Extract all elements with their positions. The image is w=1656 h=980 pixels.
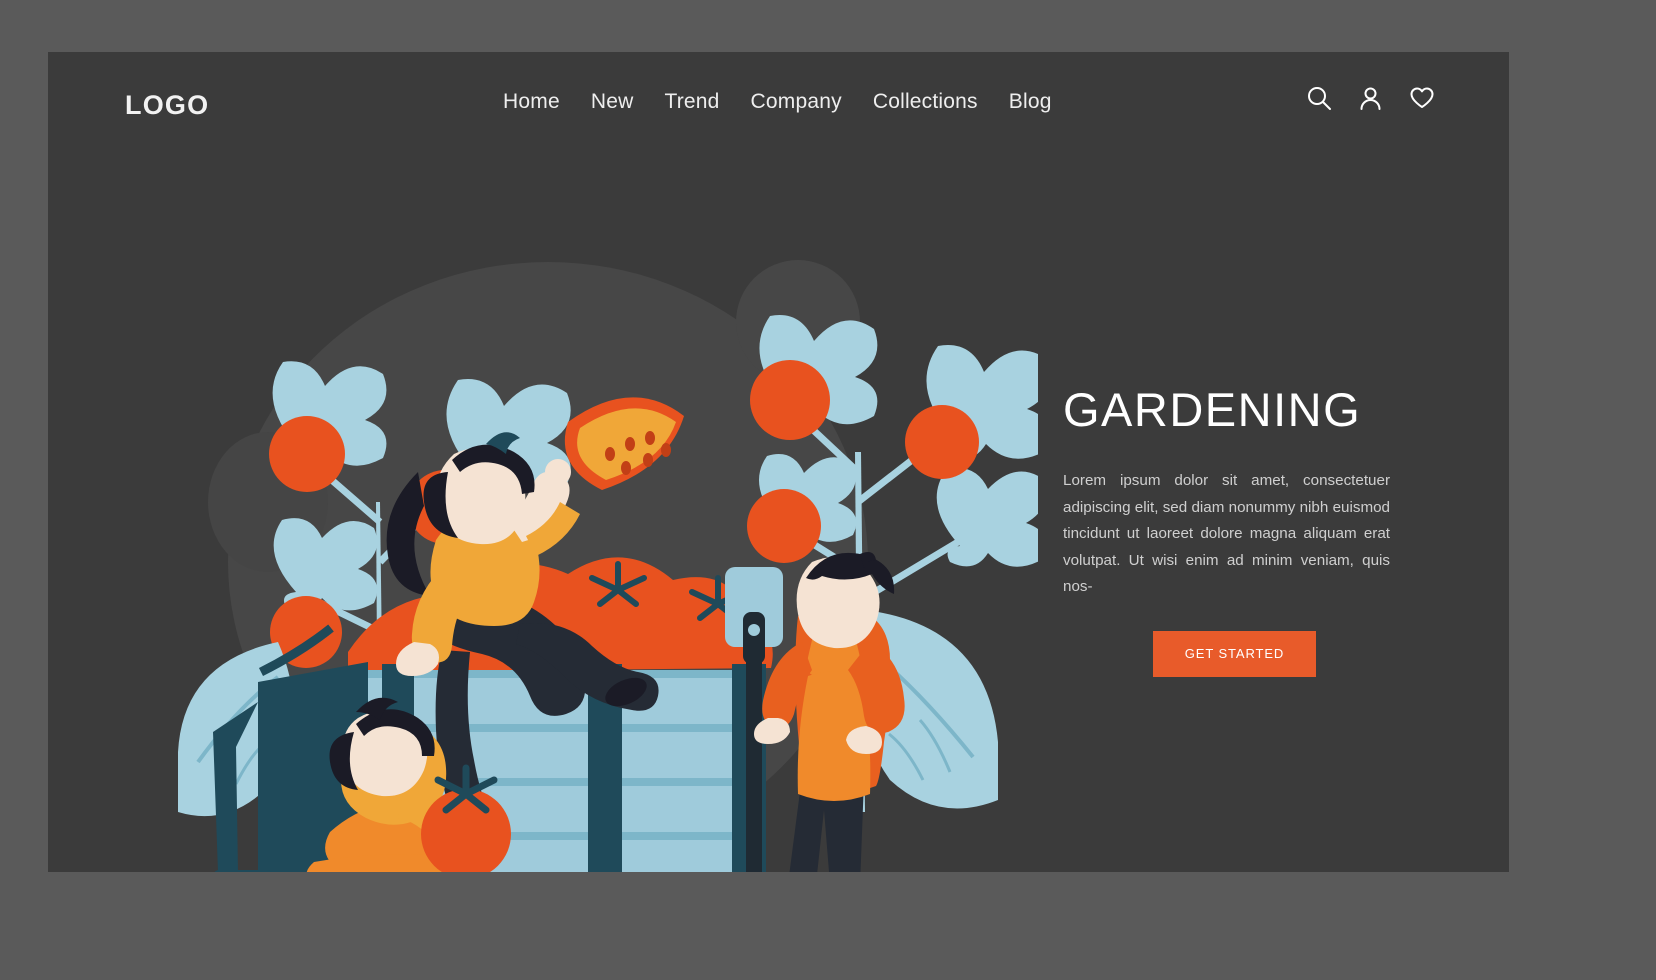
nav-item-home[interactable]: Home bbox=[503, 90, 560, 114]
hero-paragraph: Lorem ipsum dolor sit amet, consectetuer… bbox=[1063, 472, 1390, 595]
heart-icon[interactable] bbox=[1408, 84, 1436, 112]
nav-icon-group bbox=[1306, 84, 1436, 112]
page-root: LOGO Home New Trend Company Collections … bbox=[0, 0, 1656, 980]
tomato-fruit bbox=[905, 405, 979, 479]
nav-item-company[interactable]: Company bbox=[751, 90, 842, 114]
tomato-fruit bbox=[747, 489, 821, 563]
nav-item-new[interactable]: New bbox=[591, 90, 634, 114]
site-logo[interactable]: LOGO bbox=[125, 90, 209, 121]
search-icon[interactable] bbox=[1306, 85, 1333, 112]
get-started-button[interactable]: GET STARTED bbox=[1153, 630, 1316, 677]
nav-links: Home New Trend Company Collections Blog bbox=[503, 90, 1052, 114]
hero-copy-block: GARDENING Lorem ipsum dolor sit amet, co… bbox=[1063, 382, 1403, 677]
nav-item-collections[interactable]: Collections bbox=[873, 90, 978, 114]
top-navigation-bar: LOGO Home New Trend Company Collections … bbox=[48, 52, 1509, 182]
nav-item-blog[interactable]: Blog bbox=[1009, 90, 1052, 114]
hero-illustration bbox=[118, 172, 1038, 872]
user-icon[interactable] bbox=[1357, 85, 1384, 112]
tomato-fruit bbox=[750, 360, 830, 440]
tomato-fruit bbox=[269, 416, 345, 492]
landing-page-frame: LOGO Home New Trend Company Collections … bbox=[48, 52, 1509, 872]
page-title: GARDENING bbox=[1063, 383, 1362, 436]
nav-item-trend[interactable]: Trend bbox=[664, 90, 719, 114]
